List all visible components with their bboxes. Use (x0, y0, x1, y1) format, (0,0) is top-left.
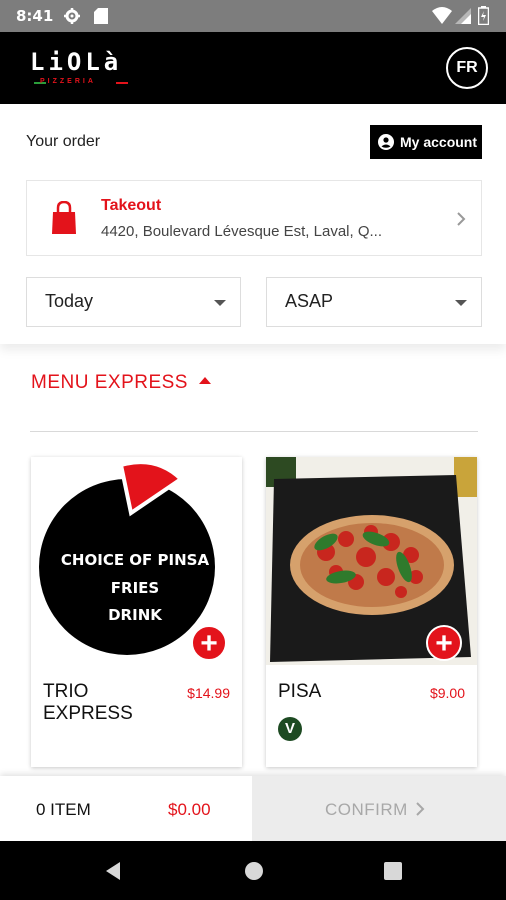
menu-item-card[interactable]: CHOICE OF PINSA FRIES DRINK + TRIO EXPRE… (31, 457, 242, 767)
account-icon (378, 134, 394, 150)
logo-red-line (116, 82, 128, 84)
cart-bar: 0 ITEM $0.00 CONFIRM (0, 776, 506, 841)
android-nav-bar (0, 841, 506, 900)
battery-icon (478, 6, 489, 25)
your-order-title: Your order (26, 133, 101, 150)
recents-icon[interactable] (384, 862, 402, 880)
pickup-address: 4420, Boulevard Lévesque Est, Laval, Q..… (101, 223, 383, 240)
logo-text: LiOLà (30, 48, 123, 76)
image-line-3: DRINK (108, 606, 163, 624)
day-select-value: Today (45, 291, 94, 311)
time-select-value: ASAP (285, 291, 334, 311)
section-divider (30, 431, 478, 432)
my-account-label: My account (400, 134, 478, 150)
add-to-cart-button[interactable]: + (191, 625, 227, 661)
sd-card-icon (94, 8, 108, 24)
chevron-down-icon (455, 300, 467, 306)
item-name: PISA (278, 681, 322, 702)
day-select[interactable]: Today (26, 277, 241, 327)
wifi-icon (432, 7, 452, 24)
vegetarian-badge: V (278, 717, 302, 741)
back-icon[interactable] (104, 861, 122, 881)
chevron-down-icon (214, 300, 226, 306)
confirm-button[interactable]: CONFIRM (252, 776, 506, 841)
time-select[interactable]: ASAP (266, 277, 482, 327)
shopping-bag-icon (52, 201, 76, 234)
home-icon[interactable] (244, 861, 264, 881)
takeout-card[interactable]: Takeout 4420, Boulevard Lévesque Est, La… (26, 180, 482, 256)
chevron-right-icon (416, 802, 425, 816)
item-price: $9.00 (429, 685, 465, 701)
settings-icon (64, 8, 80, 24)
cart-item-count: 0 ITEM (36, 800, 91, 819)
app-header: LiOLà PIZZERIA (0, 32, 506, 104)
cart-total: $0.00 (168, 800, 211, 819)
pizzeria-logo[interactable]: LiOLà PIZZERIA (30, 48, 130, 88)
menu-item-card[interactable]: + PISA $9.00 V (266, 457, 477, 767)
signal-icon (455, 8, 471, 24)
language-button[interactable]: FR (446, 47, 488, 89)
status-time: 8:41 (16, 7, 54, 25)
order-mode-title: Takeout (101, 197, 162, 214)
collapse-caret-icon[interactable] (199, 377, 211, 384)
image-line-1: CHOICE OF PINSA (61, 551, 210, 569)
image-line-2: FRIES (111, 579, 159, 597)
item-price: $14.99 (187, 685, 230, 701)
add-to-cart-button[interactable]: + (426, 625, 462, 661)
status-bar: 8:41 (0, 0, 506, 32)
confirm-label: CONFIRM (325, 800, 408, 819)
my-account-button[interactable]: My account (370, 125, 482, 159)
chevron-right-icon (457, 212, 466, 226)
menu-section-title[interactable]: MENU EXPRESS (31, 372, 188, 394)
logo-subtitle: PIZZERIA (40, 78, 96, 85)
item-name: TRIO EXPRESS (43, 681, 133, 724)
